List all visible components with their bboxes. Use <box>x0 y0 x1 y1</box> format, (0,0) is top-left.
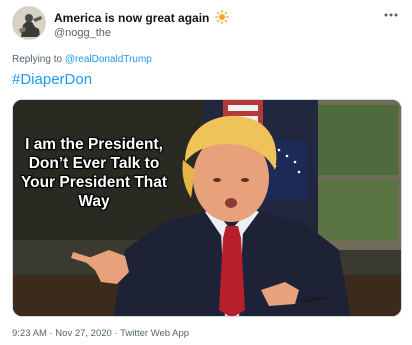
handle[interactable]: @nogg_the <box>54 26 229 40</box>
sun-icon <box>214 10 229 24</box>
display-name-text[interactable]: America is now great again <box>54 11 209 25</box>
avatar[interactable] <box>12 6 46 40</box>
author-names: America is now great again @nogg_the <box>54 10 229 40</box>
reply-prefix: Replying to <box>12 54 63 65</box>
tweet-media[interactable]: I am the President, Don’t Ever Talk to Y… <box>12 99 402 317</box>
avatar-image <box>13 7 45 39</box>
tweet-header: America is now great again @nogg_the <box>12 6 402 42</box>
media-caption: I am the President, Don’t Ever Talk to Y… <box>20 136 168 210</box>
tweet-timestamp[interactable]: 9:23 AM · Nov 27, 2020 · Twitter Web App <box>12 328 189 339</box>
hashtag-link[interactable]: #DiaperDon <box>12 71 92 88</box>
more-icon[interactable] <box>382 10 400 20</box>
display-name[interactable]: America is now great again <box>54 10 229 25</box>
reply-mention-link[interactable]: @realDonaldTrump <box>65 54 152 65</box>
tweet-card: America is now great again @nogg_the Rep… <box>0 0 412 345</box>
reply-context: Replying to @realDonaldTrump <box>12 54 152 65</box>
